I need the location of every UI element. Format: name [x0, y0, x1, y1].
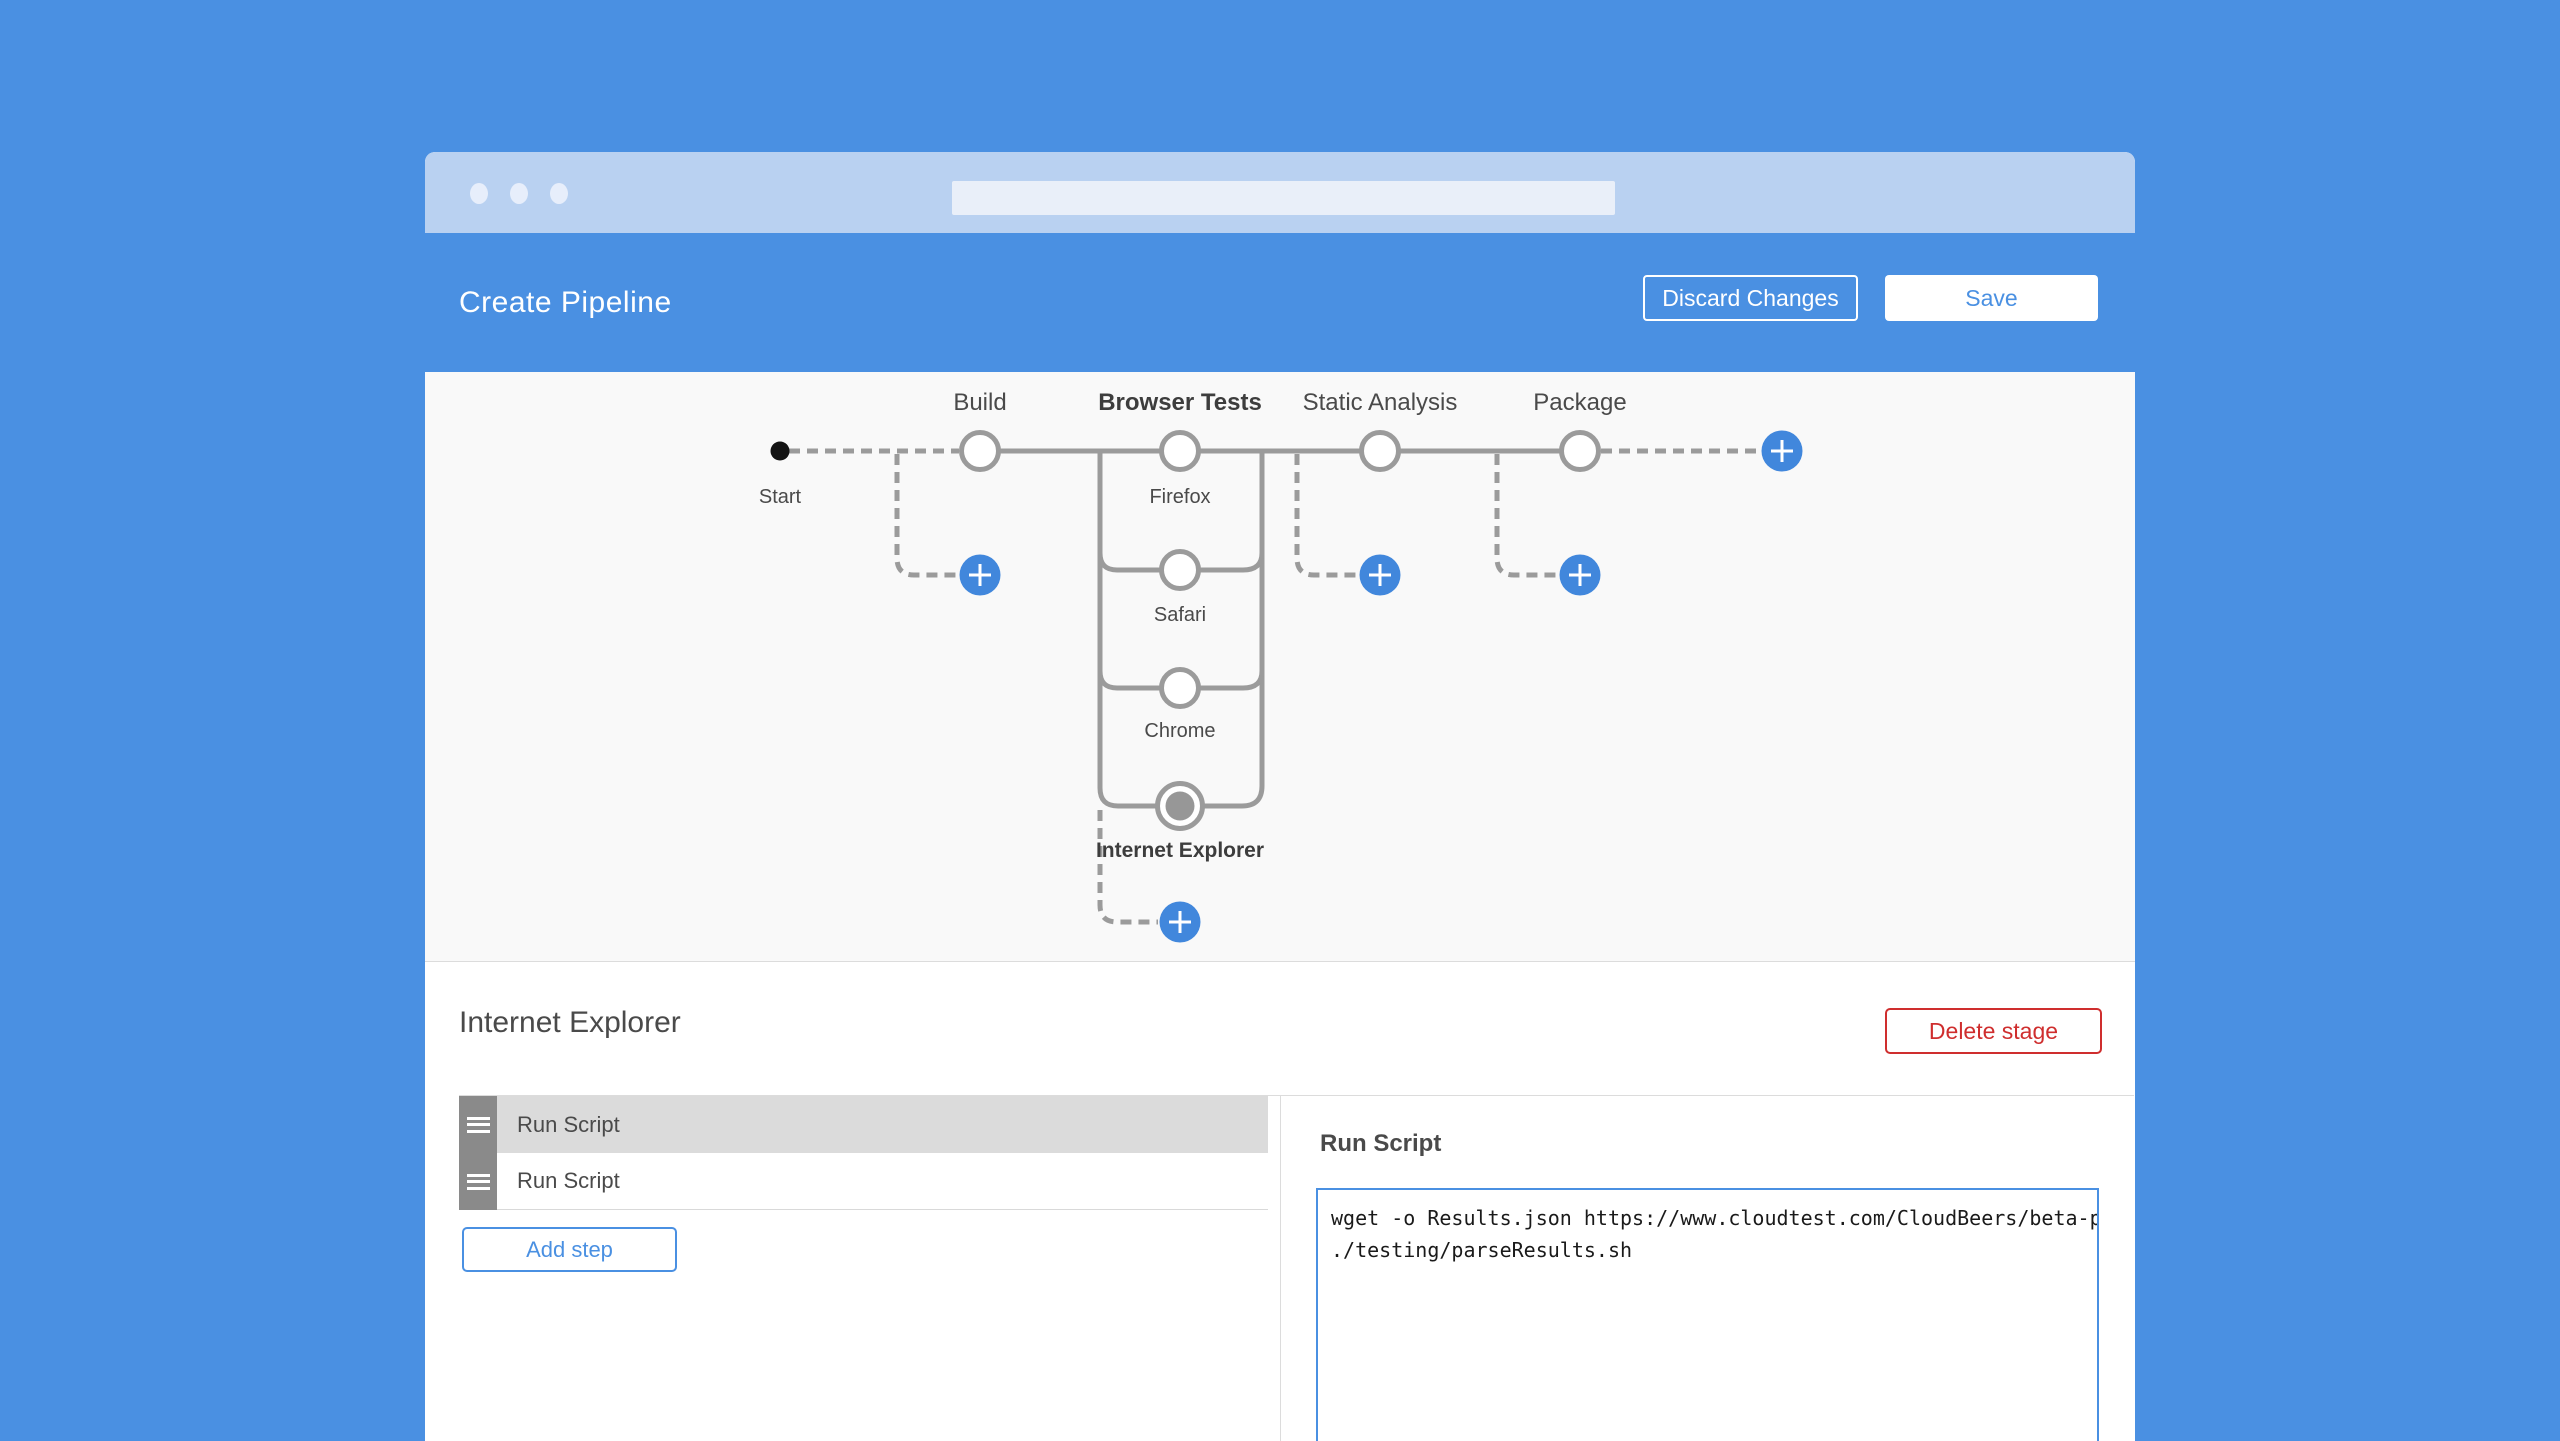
branch-label-internet-explorer[interactable]: Internet Explorer	[1096, 839, 1264, 862]
step-label[interactable]: Run Script	[497, 1096, 1268, 1153]
stage-label-build[interactable]: Build	[953, 389, 1006, 416]
stage-node-build[interactable]	[962, 433, 999, 470]
add-parallel-button[interactable]	[1160, 902, 1201, 943]
connector-add-stage-3	[1497, 454, 1559, 575]
branch-node-chrome[interactable]	[1162, 670, 1199, 707]
stage-label-package[interactable]: Package	[1533, 389, 1626, 416]
address-bar[interactable]	[952, 181, 1615, 215]
window-control-dot-1[interactable]	[470, 183, 488, 204]
script-line-1: wget -o Results.json https://www.cloudte…	[1331, 1202, 2097, 1234]
browser-chrome-bar	[425, 152, 2135, 233]
script-editor[interactable]: wget -o Results.json https://www.cloudte…	[1316, 1188, 2099, 1441]
step-editor-title: Run Script	[1320, 1130, 1441, 1158]
panel-divider	[1280, 1095, 1281, 1441]
step-row-1[interactable]: Run Script	[459, 1096, 1268, 1153]
stage-node-static-analysis[interactable]	[1362, 433, 1399, 470]
pipeline-canvas: Build Browser Tests Static Analysis Pack…	[425, 372, 2135, 962]
stage-node-package[interactable]	[1562, 433, 1599, 470]
delete-stage-button[interactable]: Delete stage	[1885, 1008, 2102, 1054]
step-label[interactable]: Run Script	[497, 1153, 1268, 1210]
save-button[interactable]: Save	[1885, 275, 2098, 321]
step-list: Run Script Run Script	[459, 1096, 1268, 1210]
connector-add-stage-1	[897, 454, 959, 575]
window-control-dot-2[interactable]	[510, 183, 528, 204]
stage-editor-title: Internet Explorer	[459, 1006, 681, 1040]
drag-handle[interactable]	[459, 1153, 497, 1210]
add-step-button[interactable]: Add step	[462, 1227, 677, 1272]
step-row-2[interactable]: Run Script	[459, 1153, 1268, 1210]
drag-handle[interactable]	[459, 1096, 497, 1153]
browser-window: Create Pipeline Discard Changes Save	[425, 152, 2135, 1441]
window-control-dot-3[interactable]	[550, 183, 568, 204]
script-line-2: ./testing/parseResults.sh	[1331, 1234, 2097, 1266]
app-header: Create Pipeline	[425, 233, 2135, 372]
add-stage-button-2[interactable]	[1360, 555, 1401, 596]
add-stage-end-button[interactable]	[1762, 431, 1803, 472]
add-stage-button-3[interactable]	[1560, 555, 1601, 596]
branch-node-internet-explorer-selected[interactable]	[1158, 784, 1203, 829]
drag-handle-icon	[467, 1170, 490, 1193]
connector-add-parallel	[1100, 810, 1158, 922]
desktop-background: { "header": { "title": "Create Pipeline"…	[0, 0, 2560, 1441]
branch-label-safari[interactable]: Safari	[1154, 604, 1206, 626]
stage-label-static-analysis[interactable]: Static Analysis	[1303, 389, 1458, 416]
start-node	[771, 442, 790, 461]
pipeline-graph: Build Browser Tests Static Analysis Pack…	[425, 372, 2135, 962]
stage-editor-panel: Internet Explorer Delete stage Run Scrip…	[425, 962, 2135, 1441]
branch-label-chrome[interactable]: Chrome	[1144, 720, 1215, 742]
branch-label-firefox[interactable]: Firefox	[1149, 486, 1210, 508]
discard-changes-button[interactable]: Discard Changes	[1643, 275, 1858, 321]
branch-node-safari[interactable]	[1162, 552, 1199, 589]
connector-add-stage-2	[1297, 454, 1359, 575]
page-title: Create Pipeline	[459, 286, 672, 320]
add-stage-button-1[interactable]	[960, 555, 1001, 596]
start-label: Start	[759, 486, 802, 508]
stage-label-browser-tests[interactable]: Browser Tests	[1098, 389, 1262, 416]
drag-handle-icon	[467, 1113, 490, 1136]
branch-node-firefox[interactable]	[1162, 433, 1199, 470]
